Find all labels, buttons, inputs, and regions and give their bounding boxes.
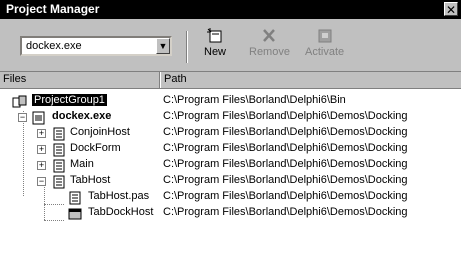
unit-icon <box>68 191 82 205</box>
project-icon <box>31 111 47 125</box>
new-icon <box>207 28 222 43</box>
close-button[interactable]: ✕ <box>444 2 458 17</box>
activate-icon <box>318 29 332 43</box>
new-button[interactable]: New <box>204 28 226 58</box>
column-path[interactable]: Path <box>164 73 187 85</box>
chevron-down-icon[interactable]: ▼ <box>156 38 170 54</box>
tree-path: C:\Program Files\Borland\Delphi6\Demos\D… <box>163 142 408 154</box>
project-tree: ProjectGroup1 C:\Program Files\Borland\D… <box>0 89 461 268</box>
remove-icon <box>263 29 276 42</box>
expand-toggle[interactable]: + <box>37 145 46 154</box>
tree-label: ProjectGroup1 <box>32 94 107 106</box>
toolbar: dockex.exe ▼ New Remove Activate <box>0 19 461 72</box>
tree-row-dockex[interactable]: − dockex.exe C:\Program Files\Borland\De… <box>0 109 461 125</box>
tree-path: C:\Program Files\Borland\Delphi6\Demos\D… <box>163 158 408 170</box>
unit-icon <box>52 143 66 157</box>
project-group-icon <box>12 95 28 109</box>
remove-button[interactable]: Remove <box>249 28 290 58</box>
tree-row-conjoinhost[interactable]: + ConjoinHost C:\Program Files\Borland\D… <box>0 125 461 141</box>
tree-path: C:\Program Files\Borland\Delphi6\Demos\D… <box>163 126 408 138</box>
expand-toggle[interactable]: + <box>37 129 46 138</box>
tree-row-dockform[interactable]: + DockForm C:\Program Files\Borland\Delp… <box>0 141 461 157</box>
expand-toggle[interactable]: + <box>37 161 46 170</box>
tree-path: C:\Program Files\Borland\Delphi6\Demos\D… <box>163 190 408 202</box>
tree-label: Main <box>70 158 94 170</box>
tree-row-tabdockhost[interactable]: TabDockHost C:\Program Files\Borland\Del… <box>0 205 461 221</box>
tree-row-tabhost-pas[interactable]: TabHost.pas C:\Program Files\Borland\Del… <box>0 189 461 205</box>
unit-icon <box>52 127 66 141</box>
unit-icon <box>52 159 66 173</box>
column-files[interactable]: Files <box>3 73 26 85</box>
tree-path: C:\Program Files\Borland\Delphi6\Demos\D… <box>163 206 408 218</box>
tree-label: TabHost.pas <box>88 190 150 202</box>
remove-label: Remove <box>249 46 290 58</box>
column-divider[interactable] <box>159 72 161 88</box>
tree-path: C:\Program Files\Borland\Delphi6\Demos\D… <box>163 110 408 122</box>
column-header: Files Path <box>0 72 461 89</box>
tree-row-tabhost[interactable]: − TabHost C:\Program Files\Borland\Delph… <box>0 173 461 189</box>
toolbar-separator <box>186 31 188 63</box>
project-select[interactable]: dockex.exe ▼ <box>20 36 172 56</box>
new-label: New <box>204 46 227 58</box>
tree-row-main[interactable]: + Main C:\Program Files\Borland\Delphi6\… <box>0 157 461 173</box>
unit-icon <box>52 175 66 189</box>
tree-label: dockex.exe <box>52 110 112 122</box>
tree-label: DockForm <box>70 142 121 154</box>
tree-path: C:\Program Files\Borland\Delphi6\Bin <box>163 94 346 106</box>
tree-row-projectgroup1[interactable]: ProjectGroup1 C:\Program Files\Borland\D… <box>0 93 461 109</box>
activate-button[interactable]: Activate <box>305 28 344 58</box>
title-bar: Project Manager ✕ <box>0 0 461 19</box>
form-icon <box>68 207 82 221</box>
tree-label: ConjoinHost <box>70 126 130 138</box>
window-title: Project Manager <box>6 2 100 16</box>
tree-path: C:\Program Files\Borland\Delphi6\Demos\D… <box>163 174 408 186</box>
collapse-toggle[interactable]: − <box>37 177 46 186</box>
tree-label: TabDockHost <box>88 206 154 218</box>
activate-label: Activate <box>305 46 345 58</box>
tree-label: TabHost <box>70 174 111 186</box>
collapse-toggle[interactable]: − <box>18 113 27 122</box>
project-select-value: dockex.exe <box>26 40 82 52</box>
project-manager-window: Project Manager ✕ dockex.exe ▼ New Remov… <box>0 0 461 268</box>
